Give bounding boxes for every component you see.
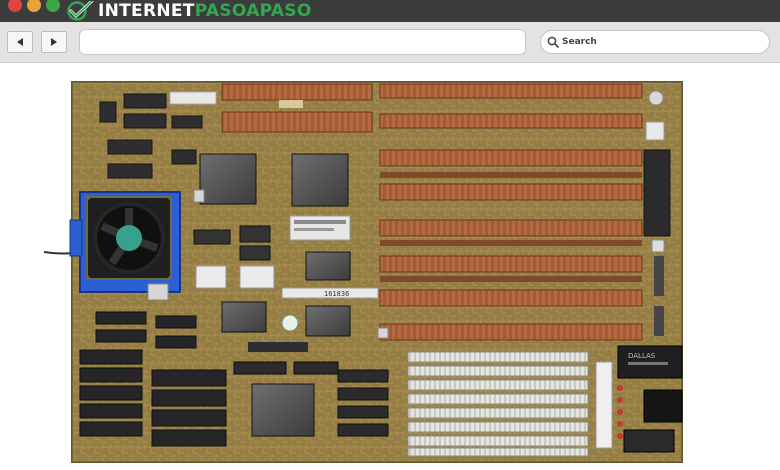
- brand-logo: INTERNETPASOAPASO: [66, 0, 312, 22]
- dallas-label: DALLAS: [628, 352, 656, 360]
- capacitor-round: [648, 90, 664, 106]
- ram-slots: [407, 351, 589, 457]
- minimize-window-button[interactable]: [27, 0, 41, 12]
- arrow-right-icon: [51, 38, 57, 46]
- power-connector: [643, 389, 683, 423]
- battery-cell: [645, 121, 665, 141]
- url-input[interactable]: [79, 29, 526, 55]
- pin-header: [595, 361, 613, 449]
- close-window-button[interactable]: [8, 0, 22, 12]
- serial-text: 161836: [324, 290, 349, 298]
- window-titlebar: INTERNETPASOAPASO: [0, 0, 780, 22]
- forward-button[interactable]: [41, 31, 67, 53]
- fan-sticker: [116, 225, 142, 251]
- back-button[interactable]: [7, 31, 33, 53]
- controller-chip: [251, 383, 315, 437]
- motherboard-photo: DALLAS 161836: [44, 81, 683, 463]
- cpu-cooler: [69, 191, 181, 293]
- brand-name-part2: PASOAPASO: [194, 1, 312, 21]
- arrow-left-icon: [17, 38, 23, 46]
- search-placeholder: Search: [562, 37, 597, 47]
- maximize-window-button[interactable]: [46, 0, 60, 12]
- jumper-block: [169, 91, 217, 105]
- brand-name-part1: INTERNET: [98, 1, 195, 21]
- magnifier-icon: [547, 36, 559, 48]
- search-input[interactable]: Search: [540, 30, 770, 54]
- connector-block: [643, 149, 671, 237]
- brand-mark-icon: [67, 1, 94, 21]
- browser-toolbar: Search: [0, 22, 780, 63]
